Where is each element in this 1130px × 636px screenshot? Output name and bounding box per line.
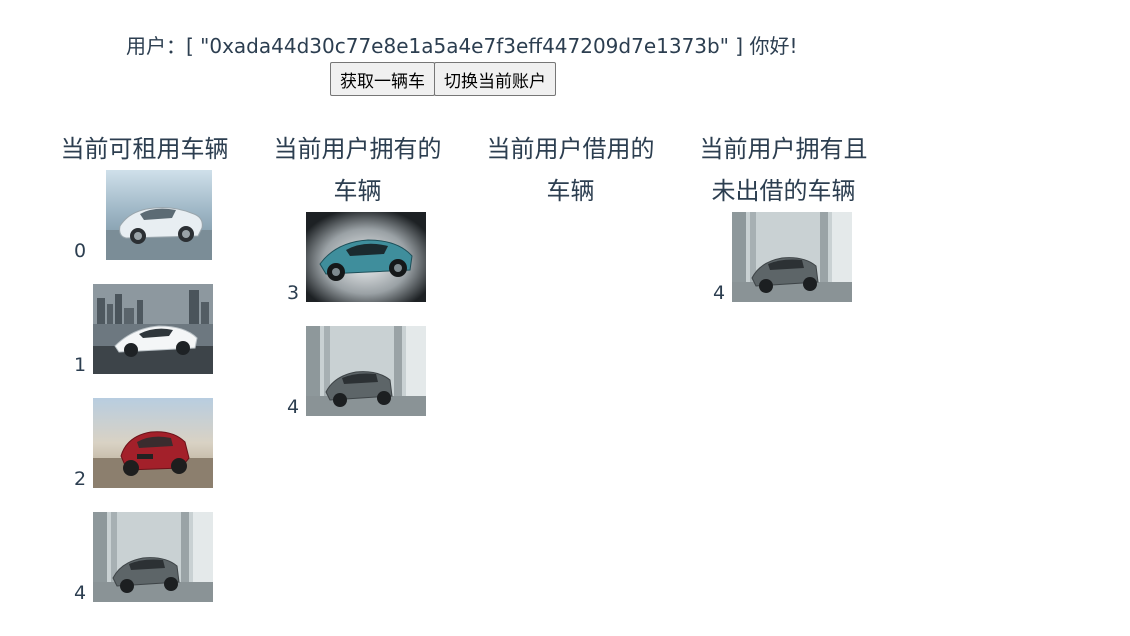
- borrowed-cars-column: 当前用户借用的 车辆: [464, 128, 677, 212]
- switch-account-button[interactable]: 切换当前账户: [434, 62, 556, 96]
- car-item[interactable]: 4: [38, 512, 218, 604]
- car-item[interactable]: 2: [38, 398, 218, 490]
- owned-not-lent-title: 当前用户拥有且 未出借的车辆: [677, 128, 890, 212]
- car-image-white-lamborghini[interactable]: [93, 284, 213, 374]
- owned-cars-title-line2: 车辆: [333, 177, 382, 205]
- available-cars-title: 当前可租用车辆: [60, 135, 229, 163]
- car-image-gray-bentley[interactable]: [306, 326, 426, 416]
- car-image-gray-bentley[interactable]: [93, 512, 213, 602]
- owned-cars-title: 当前用户拥有的 车辆: [251, 128, 464, 212]
- car-id: 2: [74, 468, 87, 490]
- car-image-red-bmw[interactable]: [93, 398, 213, 488]
- car-id: 1: [74, 354, 87, 376]
- car-image-silver-porsche[interactable]: [106, 170, 212, 260]
- car-id: 4: [713, 282, 726, 304]
- borrowed-cars-title-line1: 当前用户借用的: [486, 135, 655, 163]
- car-id: 0: [74, 240, 87, 262]
- owned-cars-title-line1: 当前用户拥有的: [273, 135, 442, 163]
- car-id: 4: [74, 582, 87, 604]
- car-item[interactable]: 4: [677, 212, 857, 304]
- car-image-gray-bentley[interactable]: [732, 212, 852, 302]
- user-greeting: 用户：[ "0xada44d30c77e8e1a5a4e7f3eff447209…: [126, 34, 798, 58]
- owned-not-lent-title-line2: 未出借的车辆: [711, 177, 856, 205]
- car-item[interactable]: 1: [38, 284, 218, 376]
- available-cars-column: 当前可租用车辆 0 1 2 4: [38, 128, 251, 604]
- owned-cars-column: 当前用户拥有的 车辆 3 4: [251, 128, 464, 418]
- page: 用户：[ "0xada44d30c77e8e1a5a4e7f3eff447209…: [0, 0, 1130, 636]
- car-item[interactable]: 0: [38, 170, 218, 262]
- owned-not-lent-column: 当前用户拥有且 未出借的车辆 4: [677, 128, 890, 304]
- car-item[interactable]: 4: [251, 326, 431, 418]
- owned-not-lent-title-line1: 当前用户拥有且: [699, 135, 868, 163]
- car-item[interactable]: 3: [251, 212, 431, 304]
- car-id: 3: [287, 282, 300, 304]
- car-id: 4: [287, 396, 300, 418]
- get-car-button[interactable]: 获取一辆车: [330, 62, 435, 96]
- borrowed-cars-title-line2: 车辆: [546, 177, 595, 205]
- car-image-blue-aston-martin[interactable]: [306, 212, 426, 302]
- borrowed-cars-title: 当前用户借用的 车辆: [464, 128, 677, 212]
- action-buttons: 获取一辆车 切换当前账户: [330, 62, 556, 96]
